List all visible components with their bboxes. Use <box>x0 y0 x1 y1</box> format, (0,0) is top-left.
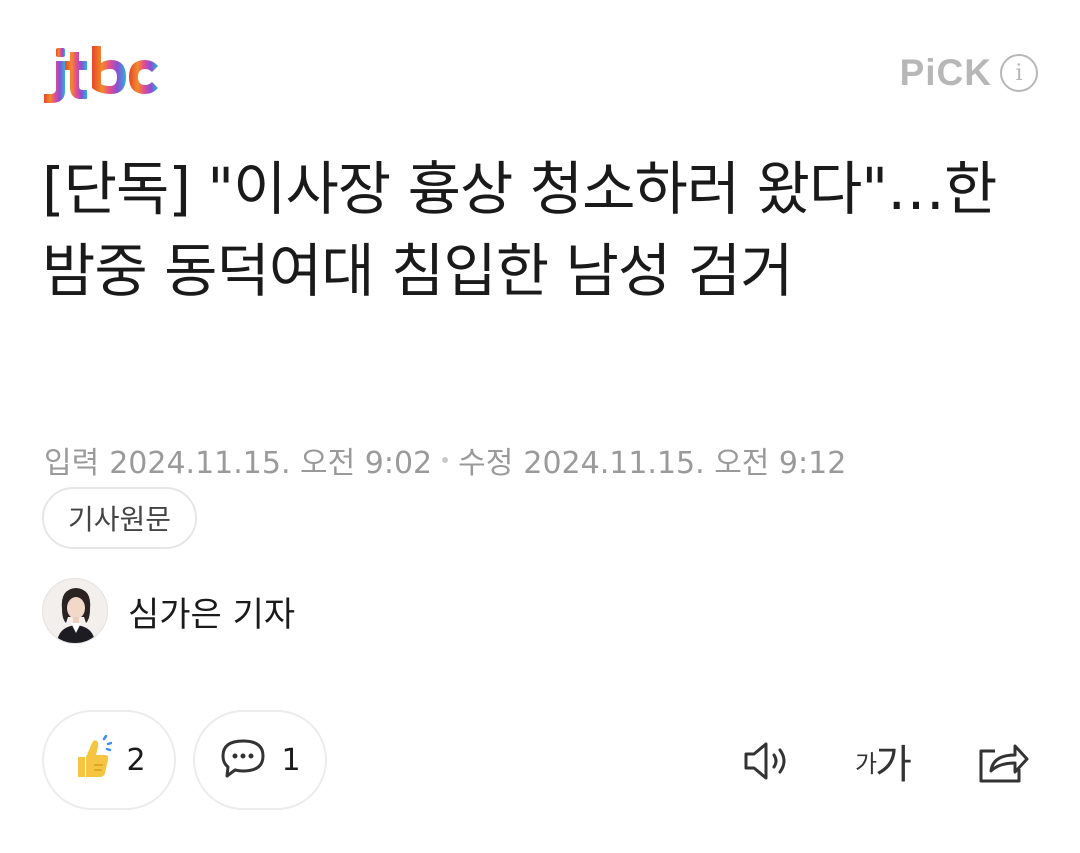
like-count: 2 <box>126 742 146 778</box>
article-title: [단독] "이사장 흉상 청소하러 왔다"…한밤중 동덕여대 침입한 남성 검거 <box>42 155 997 305</box>
share-icon[interactable] <box>975 736 1031 786</box>
reporter-name: 심가은 기자 <box>128 594 296 635</box>
original-article-button[interactable]: 기사원문 <box>42 487 198 549</box>
reporter-avatar[interactable] <box>42 578 108 644</box>
font-size-small-label: 가 <box>855 749 878 778</box>
pick-badge[interactable]: PiCK i <box>900 52 1038 94</box>
font-size-icon[interactable]: 가 가 <box>855 736 912 788</box>
published-label: 입력 <box>44 446 100 481</box>
meta-separator <box>442 457 449 463</box>
jtbc-logo[interactable] <box>42 44 162 106</box>
font-size-large-label: 가 <box>875 742 912 788</box>
thumbs-up-icon <box>72 734 113 785</box>
published-time: 2024.11.15. 오전 9:02 <box>109 446 433 481</box>
like-button[interactable]: 2 <box>42 710 176 810</box>
comment-button[interactable]: 1 <box>193 710 327 810</box>
comment-count: 1 <box>281 742 301 778</box>
modified-time: 2024.11.15. 오전 9:12 <box>523 446 847 481</box>
article-meta: 입력 2024.11.15. 오전 9:02 수정 2024.11.15. 오전… <box>44 438 846 482</box>
info-icon[interactable]: i <box>1000 54 1038 92</box>
article-page: PiCK i [단독] "이사장 흉상 청소하러 왔다"…한밤중 동덕여대 침입… <box>0 0 1080 853</box>
reporter-info[interactable]: 심가은 기자 <box>42 578 295 644</box>
modified-label: 수정 <box>458 446 514 481</box>
speaker-icon[interactable] <box>742 736 796 786</box>
pick-label: PiCK <box>899 52 992 93</box>
speech-bubble-icon <box>219 737 267 783</box>
